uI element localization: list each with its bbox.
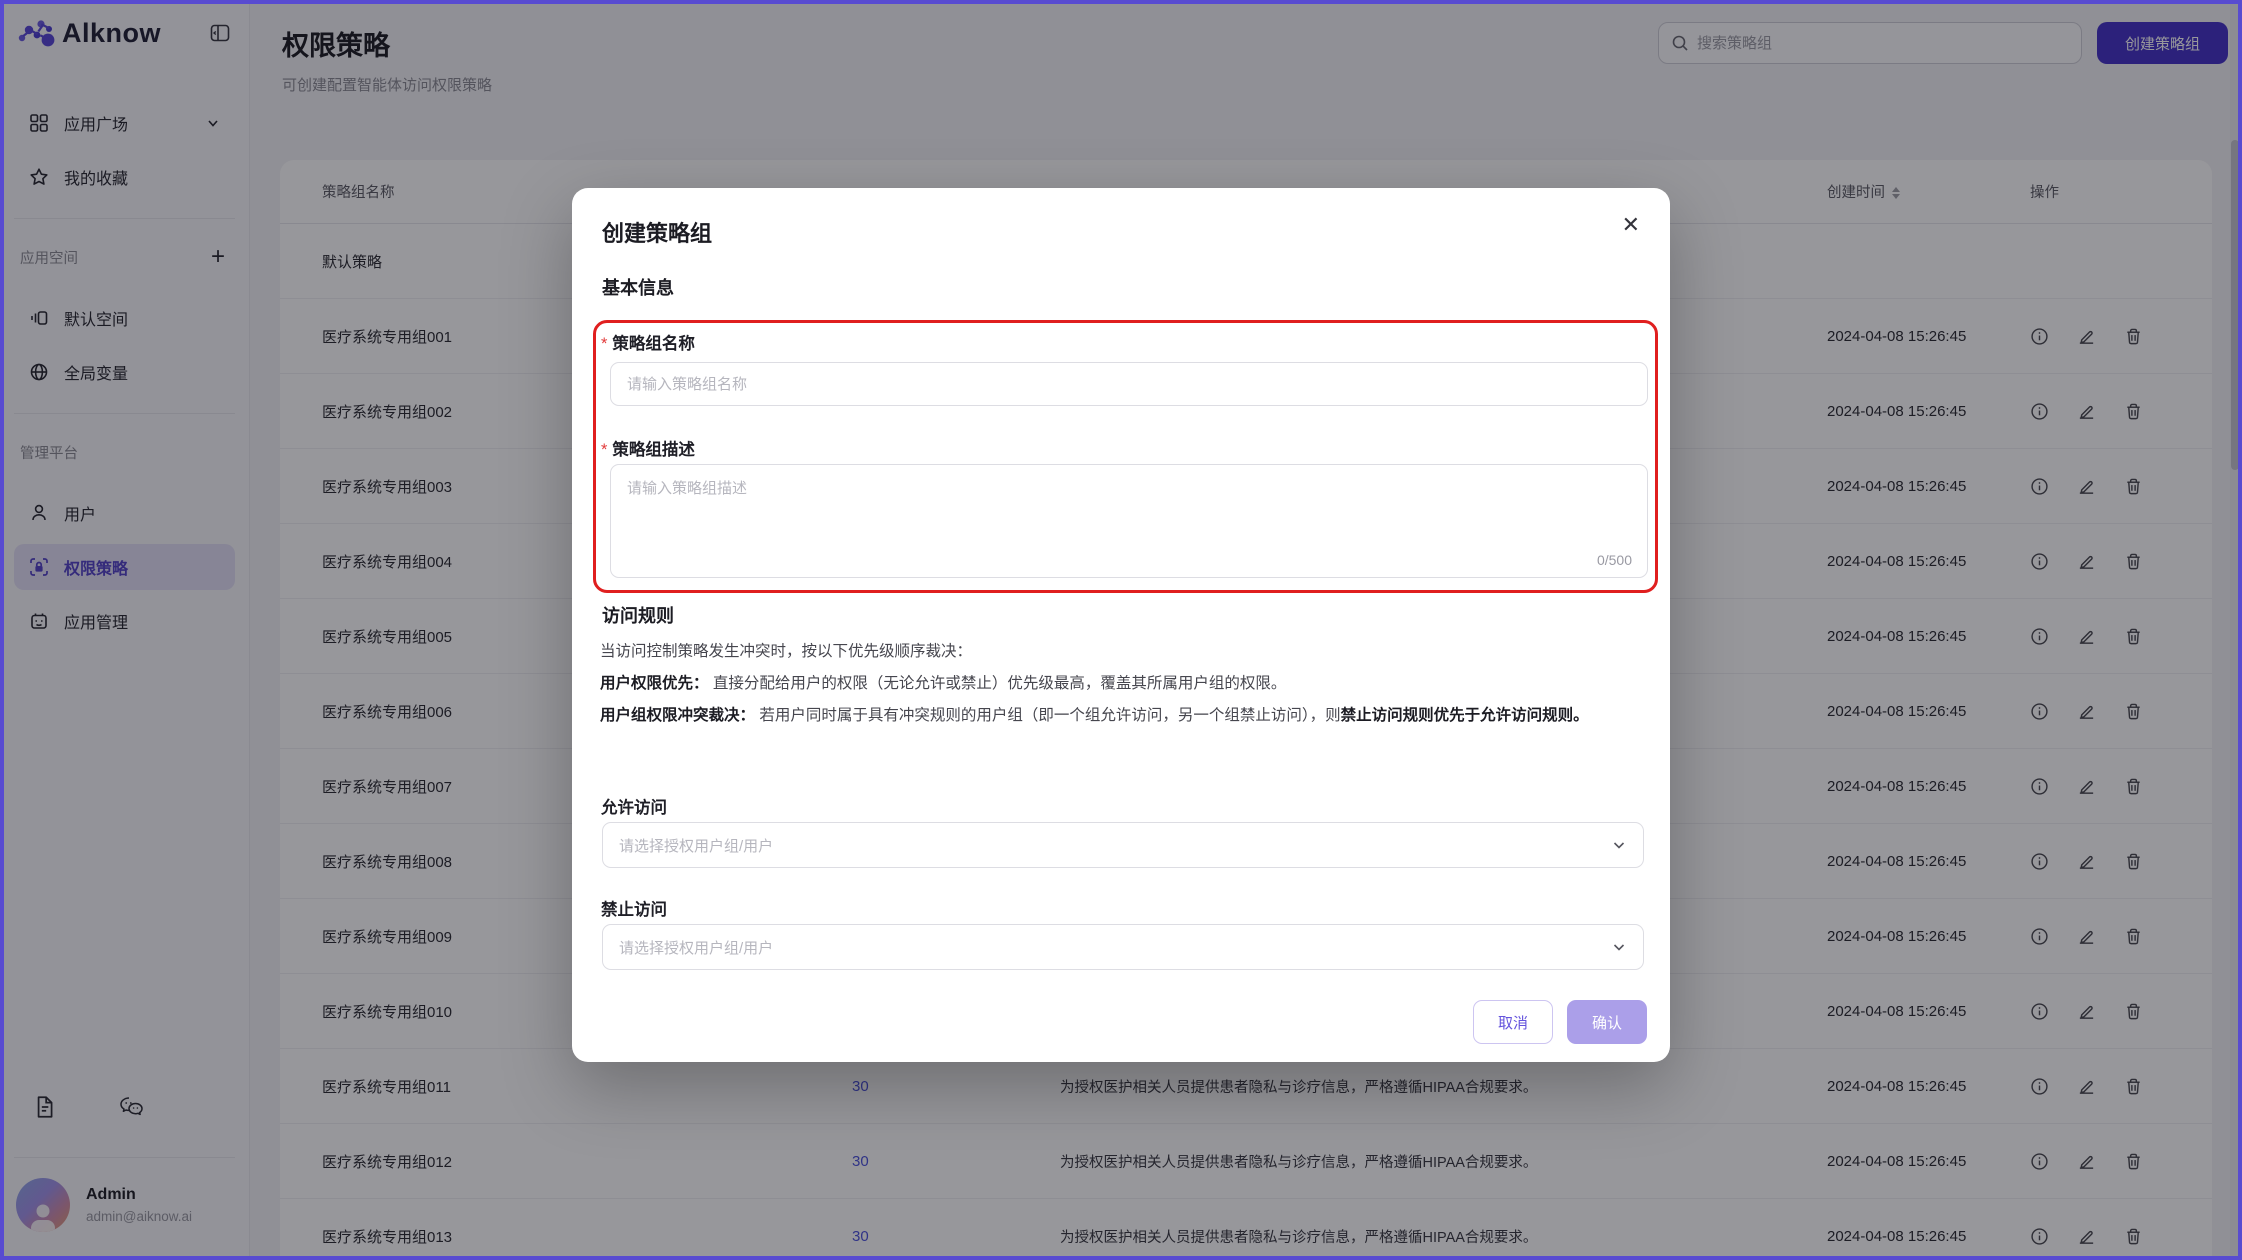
chevron-down-icon — [1611, 837, 1627, 853]
cancel-button[interactable]: 取消 — [1473, 1000, 1553, 1044]
policy-desc-textarea[interactable] — [610, 464, 1648, 578]
policy-name-label: *策略组名称 — [601, 330, 695, 354]
access-rules-section-title: 访问规则 — [602, 602, 674, 628]
policy-name-input[interactable] — [610, 362, 1648, 406]
allow-access-select[interactable]: 请选择授权用户组/用户 — [602, 822, 1644, 868]
basic-info-section-title: 基本信息 — [602, 274, 674, 300]
required-asterisk: * — [601, 335, 607, 353]
required-asterisk: * — [601, 441, 607, 459]
deny-access-label: 禁止访问 — [601, 896, 667, 920]
deny-access-select[interactable]: 请选择授权用户组/用户 — [602, 924, 1644, 970]
policy-desc-label: *策略组描述 — [601, 436, 695, 460]
confirm-button[interactable]: 确认 — [1567, 1000, 1647, 1044]
chevron-down-icon — [1611, 939, 1627, 955]
create-policy-group-modal: 创建策略组 ✕ 基本信息 *策略组名称 *策略组描述 0/500 访问规则 当访… — [572, 188, 1670, 1062]
close-icon[interactable]: ✕ — [1622, 214, 1640, 236]
char-counter: 0/500 — [1597, 552, 1632, 568]
allow-access-label: 允许访问 — [601, 794, 667, 818]
modal-title: 创建策略组 — [602, 216, 712, 248]
access-rules-text: 当访问控制策略发生冲突时，按以下优先级顺序裁决：用户权限优先： 直接分配给用户的… — [600, 636, 1644, 732]
